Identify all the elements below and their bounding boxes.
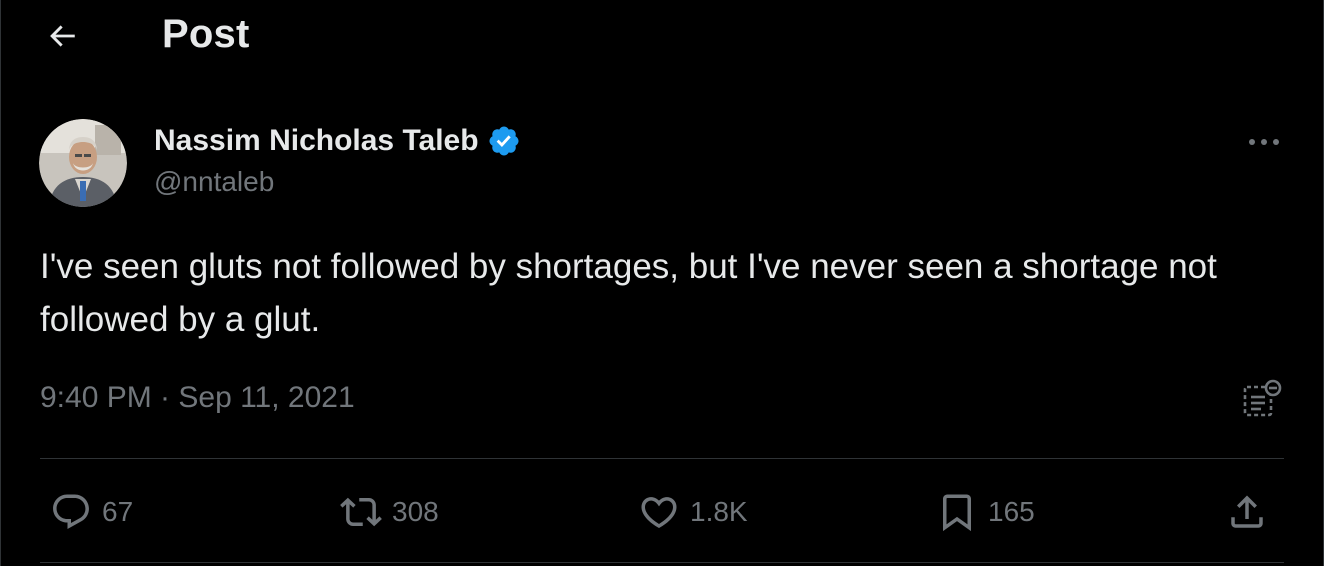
post-timestamp[interactable]: 9:40 PM · Sep 11, 2021 [40,381,355,415]
verified-badge-icon [489,126,519,156]
top-bar: Post [0,0,1324,72]
repost-button[interactable]: 308 [340,482,439,542]
avatar[interactable] [39,119,127,207]
reply-icon [53,494,89,529]
author-name-row[interactable]: Nassim Nicholas Taleb [154,124,521,158]
like-button[interactable]: 1.8K [638,482,748,542]
post-view: Post Nassim Nicholas Taleb @nntaleb I've… [0,0,1324,566]
avatar-image [39,119,127,207]
post-text: I've seen gluts not followed by shortage… [40,247,1217,339]
left-border [0,0,1,566]
bookmark-button[interactable]: 165 [936,482,1035,542]
share-icon [1231,495,1263,528]
bookmark-icon [943,494,971,532]
share-button[interactable] [1226,482,1268,542]
page-title: Post [162,12,250,56]
like-count: 1.8K [690,496,748,527]
bookmark-count: 165 [988,496,1035,527]
reply-button[interactable]: 67 [50,482,133,542]
arrow-left-icon [50,25,75,47]
action-bar: 67 308 1.8K 165 [40,482,1284,542]
action-divider-bottom [40,562,1284,563]
more-horizontal-icon [1249,139,1279,145]
repost-count: 308 [392,496,439,527]
more-options-button[interactable] [1240,124,1288,160]
back-button[interactable] [40,16,84,56]
author-handle[interactable]: @nntaleb [154,166,274,198]
action-divider-top [40,458,1284,459]
analytics-button[interactable] [1236,376,1288,424]
repost-icon [340,497,382,527]
author-name: Nassim Nicholas Taleb [154,124,479,157]
analytics-icon [1243,379,1282,417]
reply-count: 67 [102,496,134,527]
heart-icon [641,497,677,529]
